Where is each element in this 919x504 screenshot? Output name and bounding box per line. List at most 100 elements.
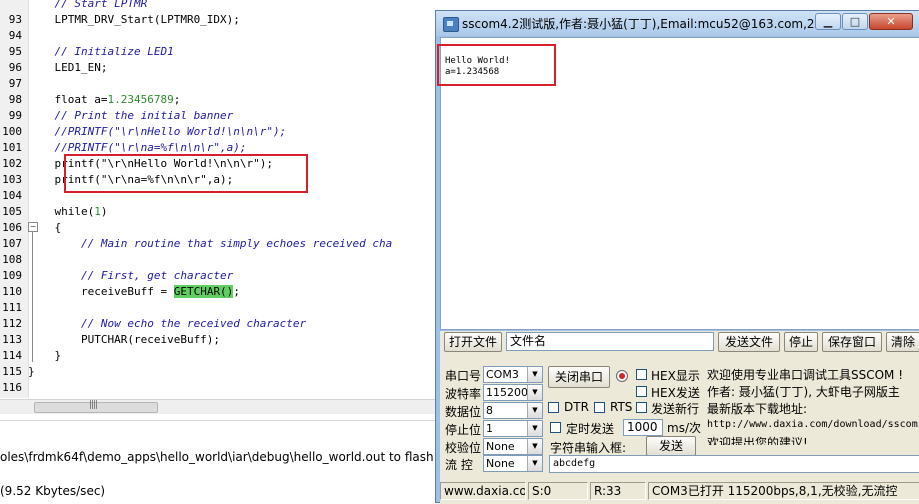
output-path-text: oles\frdmk64f\demo_apps\hello_world\iar\…: [0, 450, 450, 464]
send-file-button[interactable]: 发送文件: [718, 332, 780, 352]
databits-select[interactable]: 8 ▼: [483, 402, 543, 419]
rts-label: RTS: [610, 400, 633, 414]
rts-checkbox[interactable]: [594, 402, 605, 413]
info-line: 作者: 聂小猛(丁丁), 大虾电子网版主: [707, 385, 900, 399]
line-number: 93: [8, 13, 22, 26]
horizontal-scrollbar[interactable]: ||||: [0, 399, 436, 414]
code-line: 97: [0, 76, 436, 92]
save-window-button[interactable]: 保存窗口: [822, 332, 882, 352]
code-line: 116: [0, 380, 436, 396]
code-line: 98 float a=1.23456789;: [0, 92, 436, 108]
port-select[interactable]: COM3 ▼: [483, 366, 543, 383]
status-site[interactable]: www.daxia.com: [440, 482, 526, 500]
status-sent-count: S:0: [528, 482, 588, 500]
numeric-literal: 1: [94, 205, 101, 218]
stop-button[interactable]: 停止: [784, 332, 818, 352]
open-file-button[interactable]: 打开文件: [444, 332, 502, 352]
line-number: 109: [2, 269, 22, 282]
code-line: 115}: [0, 364, 436, 380]
hex-display-checkbox[interactable]: [636, 369, 647, 380]
info-line: 欢迎提出您的建议!: [707, 436, 808, 445]
status-bar: www.daxia.com S:0 R:33 COM3已打开 115200bps…: [440, 479, 919, 504]
timed-send-checkbox[interactable]: [550, 422, 561, 433]
line-number: 115: [2, 365, 22, 378]
code-line: // Start LPTMR: [0, 0, 436, 12]
numeric-literal: 1.23456789: [107, 93, 174, 106]
minimize-icon: ▁: [823, 15, 833, 28]
code-text: float a=1.23456789;: [28, 93, 181, 106]
code-text: LED1_EN;: [28, 61, 108, 74]
flow-label: 流 控: [445, 458, 473, 472]
line-number: 104: [2, 189, 22, 202]
chevron-down-icon: ▼: [527, 421, 542, 436]
build-output-panel: oles\frdmk64f\demo_apps\hello_world\iar\…: [0, 420, 449, 504]
scrollbar-thumb[interactable]: ||||: [34, 400, 158, 413]
fold-guide-line: [32, 232, 33, 362]
chevron-down-icon: ▼: [527, 439, 542, 454]
filename-input[interactable]: 文件名: [506, 332, 714, 351]
port-status-indicator: [616, 370, 628, 382]
close-port-button[interactable]: 关闭串口: [548, 366, 610, 388]
line-number: 94: [8, 29, 22, 42]
send-button[interactable]: 发送: [646, 436, 696, 456]
line-number: 96: [8, 61, 22, 74]
maximize-button[interactable]: □: [842, 13, 868, 30]
title-bar[interactable]: sscom4.2测试版,作者:聂小猛(丁丁),Email:mcu52@163.c…: [436, 11, 919, 36]
info-line: 欢迎使用专业串口调试工具SSCOM !: [707, 368, 904, 382]
clear-button[interactable]: 清除: [886, 332, 919, 352]
annotation-box-code: [64, 154, 308, 193]
code-text: while(1): [28, 205, 108, 218]
line-number: 107: [2, 237, 22, 250]
close-button[interactable]: ✕: [869, 13, 913, 30]
chevron-down-icon: ▼: [527, 367, 542, 382]
line-number: 112: [2, 317, 22, 330]
send-newline-checkbox[interactable]: [636, 402, 647, 413]
code-line: 94: [0, 28, 436, 44]
app-icon: [443, 17, 459, 32]
line-number: 105: [2, 205, 22, 218]
chevron-down-icon: ▼: [527, 456, 542, 471]
ms-unit-label: ms/次: [667, 421, 701, 435]
timed-send-label: 定时发送: [566, 422, 615, 436]
code-text: // Print the initial banner: [28, 109, 234, 122]
parity-select[interactable]: None ▼: [483, 438, 543, 455]
string-input-label: 字符串输入框:: [550, 441, 627, 455]
line-number: 102: [2, 157, 22, 170]
line-number: 95: [8, 45, 22, 58]
code-line: 100 //PRINTF("\r\nHello World!\n\n\r");: [0, 124, 436, 140]
dtr-label: DTR: [564, 400, 589, 414]
send-text-input[interactable]: abcdefg: [549, 455, 919, 473]
dtr-checkbox[interactable]: [548, 402, 559, 413]
code-text: LPTMR_DRV_Start(LPTMR0_IDX);: [28, 13, 240, 26]
interval-input[interactable]: 1000: [623, 419, 663, 436]
code-text: //PRINTF("\r\nHello World!\n\n\r");: [28, 125, 287, 138]
status-received-count: R:33: [590, 482, 646, 500]
hex-send-label: HEX发送: [651, 386, 700, 400]
output-speed-text: (9.52 Kbytes/sec): [0, 484, 106, 498]
stopbits-select[interactable]: 1 ▼: [483, 420, 543, 437]
download-link[interactable]: http://www.daxia.com/download/sscom.rar: [707, 419, 919, 430]
minimize-button[interactable]: ▁: [815, 13, 841, 30]
maximize-icon: □: [849, 15, 861, 28]
chevron-down-icon: ▼: [527, 403, 542, 418]
code-line: 106 {: [0, 220, 436, 236]
status-port: COM3已打开 115200bps,8,1,无校验,无流控: [648, 482, 919, 500]
hex-send-checkbox[interactable]: [636, 386, 647, 397]
code-text: // First, get character: [28, 269, 234, 282]
code-line: 110 receiveBuff = GETCHAR();: [0, 284, 436, 300]
info-panel: 欢迎使用专业串口调试工具SSCOM ! 作者: 聂小猛(丁丁), 大虾电子网版主…: [703, 364, 919, 445]
line-number: 97: [8, 77, 22, 90]
code-line: 114 }: [0, 348, 436, 364]
parity-label: 校验位: [445, 441, 482, 455]
code-line: 113 PUTCHAR(receiveBuff);: [0, 332, 436, 348]
line-number: 101: [2, 141, 22, 154]
window-title: sscom4.2测试版,作者:聂小猛(丁丁),Email:mcu52@163.c…: [462, 17, 849, 31]
fold-toggle-icon[interactable]: −: [28, 222, 38, 232]
control-panel: 打开文件 文件名 发送文件 停止 保存窗口 清除 串口号 COM3 ▼ 波特率 1…: [440, 331, 919, 504]
code-text: // Now echo the received character: [28, 317, 307, 330]
flow-select[interactable]: None ▼: [483, 455, 543, 472]
info-line: 最新版本下载地址:: [707, 402, 808, 416]
baud-select[interactable]: 115200 ▼: [483, 384, 543, 401]
code-line: 96 LED1_EN;: [0, 60, 436, 76]
code-line: 95 // Initialize LED1: [0, 44, 436, 60]
